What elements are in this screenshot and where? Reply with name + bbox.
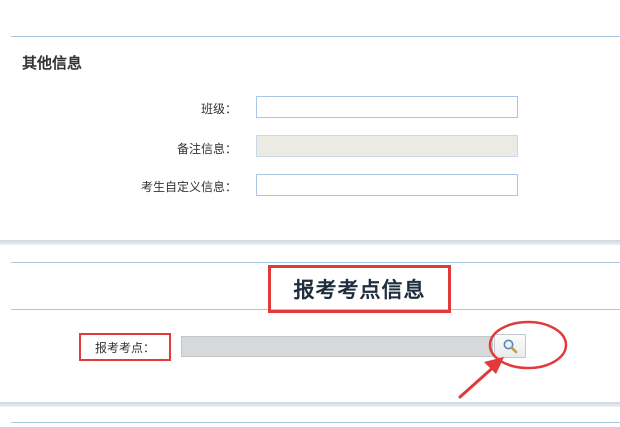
class-label: 班级： (200, 102, 237, 116)
exam-site-label-highlight: 报考考点： (79, 333, 171, 361)
remark-field (256, 135, 518, 157)
remark-label: 备注信息： (176, 142, 237, 156)
exam-site-title-highlight: 报考考点信息 (268, 265, 451, 313)
exam-site-field (181, 336, 493, 357)
other-info-panel: 其他信息 班级： 备注信息： 考生自定义信息： (0, 0, 620, 240)
exam-site-title: 报考考点信息 (293, 277, 426, 302)
custom-info-input[interactable] (256, 174, 518, 196)
exam-panel-top-divider (11, 262, 620, 263)
custom-info-label: 考生自定义信息： (140, 180, 237, 194)
section-title-other-info: 其他信息 (22, 54, 83, 72)
bottom-divider (11, 422, 620, 423)
panel-top-divider (11, 36, 620, 37)
class-input[interactable] (256, 96, 518, 118)
panel-shadow (0, 240, 620, 245)
exam-site-label: 报考考点： (94, 340, 155, 355)
exam-site-search-button[interactable] (494, 334, 526, 358)
magnifier-icon (503, 339, 518, 354)
panel-shadow-bottom (0, 402, 620, 407)
